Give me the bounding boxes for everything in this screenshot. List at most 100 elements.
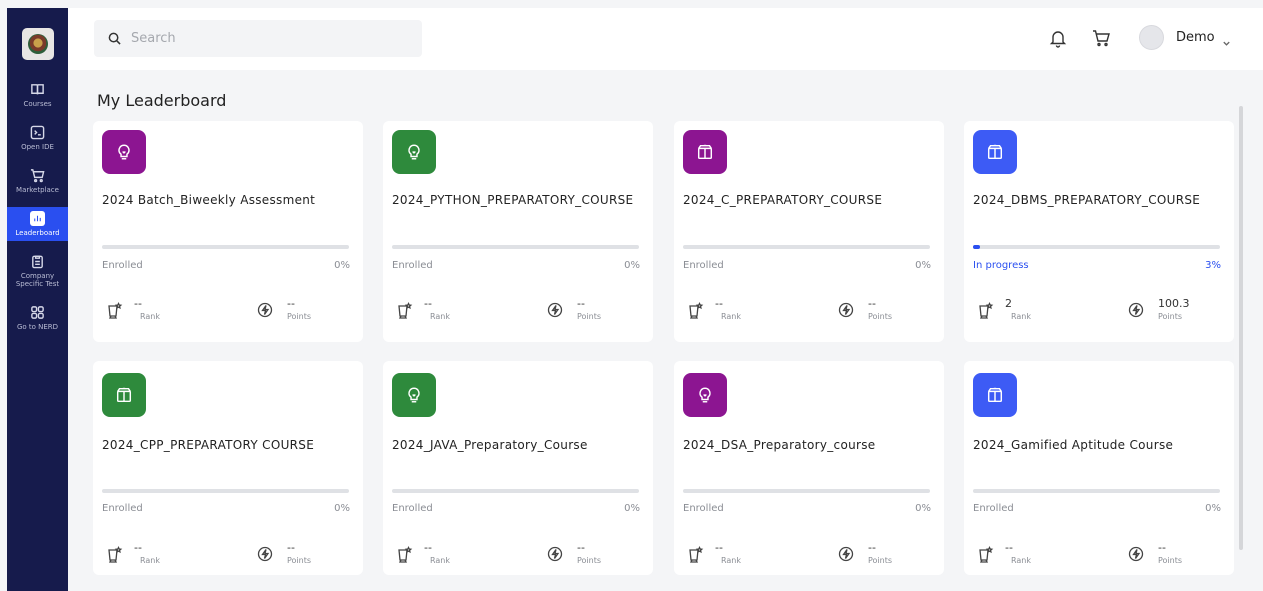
- points-value: --: [287, 297, 295, 310]
- points-label: Points: [287, 312, 312, 321]
- course-badge: [392, 373, 436, 417]
- progress-bar: [973, 489, 1220, 493]
- progress-percent: 0%: [624, 503, 640, 514]
- course-card[interactable]: 2024_CPP_PREPARATORY COURSE Enrolled 0% …: [93, 361, 363, 575]
- course-badge: [392, 130, 436, 174]
- rank-icon: [687, 545, 705, 563]
- book-open-icon: [115, 386, 133, 404]
- points-label: Points: [1158, 312, 1183, 321]
- course-name: 2024_PYTHON_PREPARATORY_COURSE: [392, 193, 634, 207]
- progress-bar: [392, 489, 639, 493]
- course-card[interactable]: 2024_Gamified Aptitude Course Enrolled 0…: [964, 361, 1234, 575]
- scrollbar[interactable]: [1239, 106, 1243, 550]
- sidebar-item-label: Marketplace: [16, 186, 59, 194]
- course-badge: [102, 373, 146, 417]
- enrollment-status: Enrolled: [102, 503, 143, 514]
- sidebar: Courses Open IDE Marketplace Leaderboard…: [7, 8, 68, 591]
- points-label: Points: [868, 556, 893, 565]
- sidebar-item-leaderboard[interactable]: Leaderboard: [7, 207, 68, 241]
- page-title: My Leaderboard: [97, 91, 227, 110]
- search-input[interactable]: [131, 31, 411, 46]
- progress-bar: [683, 245, 930, 249]
- cart-icon: [1093, 30, 1110, 47]
- clipboard-icon: [32, 255, 43, 269]
- chart-icon: [30, 211, 45, 226]
- rank-label: Rank: [430, 556, 450, 565]
- course-card[interactable]: 2024_C_PREPARATORY_COURSE Enrolled 0% --…: [674, 121, 944, 342]
- sidebar-item-courses[interactable]: Courses: [7, 78, 68, 112]
- course-card[interactable]: 2024_DSA_Preparatory_course Enrolled 0% …: [674, 361, 944, 575]
- cart-button[interactable]: [1091, 28, 1111, 48]
- notifications-button[interactable]: [1048, 28, 1068, 48]
- sidebar-item-company-test[interactable]: Company Specific Test: [7, 250, 68, 292]
- points-label: Points: [1158, 556, 1183, 565]
- book-open-icon: [986, 143, 1004, 161]
- seal-icon: [27, 34, 48, 54]
- sidebar-item-label: Company Specific Test: [15, 272, 60, 288]
- sidebar-item-label: Open IDE: [21, 143, 54, 151]
- course-badge: [973, 130, 1017, 174]
- course-card[interactable]: 2024 Batch_Biweekly Assessment Enrolled …: [93, 121, 363, 342]
- course-name: 2024_JAVA_Preparatory_Course: [392, 438, 588, 452]
- points-icon: [546, 301, 564, 319]
- sidebar-item-open-ide[interactable]: Open IDE: [7, 121, 68, 155]
- progress-bar: [973, 245, 1220, 249]
- rank-value: 2: [1005, 297, 1012, 310]
- points-value: 100.3: [1158, 297, 1190, 310]
- rank-icon: [687, 301, 705, 319]
- progress-bar: [102, 489, 349, 493]
- cart-icon: [30, 169, 45, 183]
- rank-value: --: [134, 297, 142, 310]
- points-value: --: [868, 297, 876, 310]
- points-label: Points: [287, 556, 312, 565]
- enrollment-status: Enrolled: [392, 260, 433, 271]
- rank-label: Rank: [430, 312, 450, 321]
- course-name: 2024_C_PREPARATORY_COURSE: [683, 193, 883, 207]
- grid-icon: [31, 306, 44, 319]
- points-value: --: [287, 541, 295, 554]
- course-name: 2024_DSA_Preparatory_course: [683, 438, 876, 452]
- sidebar-item-label: Courses: [23, 100, 52, 108]
- book-open-icon: [696, 143, 714, 161]
- course-card[interactable]: 2024_JAVA_Preparatory_Course Enrolled 0%…: [383, 361, 653, 575]
- enrollment-status: Enrolled: [683, 260, 724, 271]
- course-card[interactable]: 2024_DBMS_PREPARATORY_COURSE In progress…: [964, 121, 1234, 342]
- points-value: --: [577, 297, 585, 310]
- course-name: 2024_Gamified Aptitude Course: [973, 438, 1174, 452]
- points-value: --: [1158, 541, 1166, 554]
- rank-icon: [396, 545, 414, 563]
- rank-value: --: [1005, 541, 1013, 554]
- points-icon: [256, 301, 274, 319]
- points-value: --: [577, 541, 585, 554]
- bulb-icon: [115, 143, 133, 161]
- course-name: 2024 Batch_Biweekly Assessment: [102, 193, 316, 207]
- progress-percent: 0%: [334, 260, 350, 271]
- rank-icon: [106, 545, 124, 563]
- user-menu[interactable]: Demo: [1139, 25, 1231, 50]
- course-card[interactable]: 2024_PYTHON_PREPARATORY_COURSE Enrolled …: [383, 121, 653, 342]
- rank-value: --: [424, 541, 432, 554]
- points-icon: [1127, 545, 1145, 563]
- book-icon: [31, 84, 44, 95]
- terminal-icon: [30, 125, 45, 140]
- rank-label: Rank: [721, 312, 741, 321]
- progress-percent: 0%: [915, 260, 931, 271]
- rank-icon: [396, 301, 414, 319]
- enrollment-status: Enrolled: [392, 503, 433, 514]
- bulb-icon: [405, 386, 423, 404]
- rank-icon: [977, 545, 995, 563]
- sidebar-item-go-to-nerd[interactable]: Go to NERD: [7, 301, 68, 335]
- institution-logo[interactable]: [21, 28, 54, 60]
- enrollment-status: Enrolled: [683, 503, 724, 514]
- sidebar-item-marketplace[interactable]: Marketplace: [7, 164, 68, 198]
- search-box[interactable]: [94, 20, 422, 57]
- points-icon: [837, 545, 855, 563]
- progress-percent: 0%: [334, 503, 350, 514]
- rank-value: --: [715, 541, 723, 554]
- rank-value: --: [715, 297, 723, 310]
- progress-percent: 0%: [624, 260, 640, 271]
- rank-icon: [977, 301, 995, 319]
- bulb-icon: [405, 143, 423, 161]
- points-label: Points: [577, 556, 602, 565]
- points-icon: [546, 545, 564, 563]
